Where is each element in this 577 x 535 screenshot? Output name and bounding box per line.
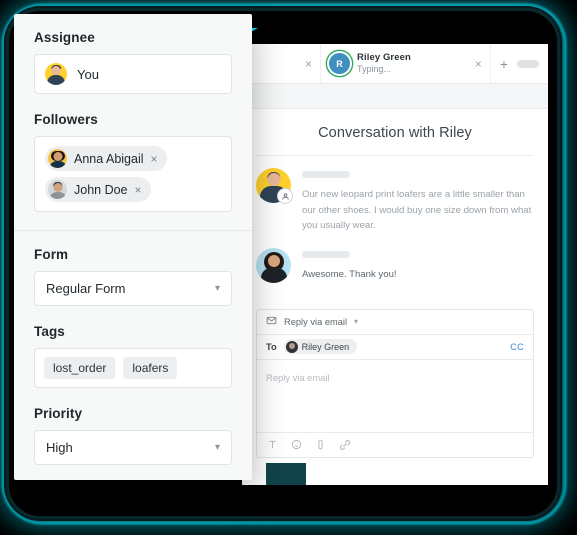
composer-toolbar — [257, 431, 533, 457]
assignee-label: Assignee — [34, 30, 95, 45]
skeleton-bar — [302, 171, 350, 178]
tab-tools: + — [491, 44, 548, 83]
remove-icon[interactable]: × — [135, 184, 142, 196]
properties-top-section: Assignee You Followers Anna Abigail × Jo… — [14, 14, 252, 212]
tab-status: Typing... — [357, 63, 392, 74]
remove-icon[interactable]: × — [151, 153, 158, 165]
screenshot-stage: × R Riley Green Typing... × + Conversati… — [0, 0, 577, 535]
avatar: R — [329, 53, 350, 74]
follower-name: Anna Abigail — [74, 151, 144, 166]
followers-field: Anna Abigail × John Doe × — [34, 136, 232, 212]
tag-chip[interactable]: loafers — [123, 357, 178, 379]
recipient-name: Riley Green — [301, 341, 350, 352]
agent-avatar-yellow — [256, 168, 293, 204]
text-format-icon[interactable] — [267, 439, 278, 450]
message-body: Awesome. Thank you! — [302, 248, 534, 283]
avatar — [285, 340, 298, 353]
tab-title: Riley Green — [357, 51, 411, 63]
attachment-icon[interactable] — [315, 439, 326, 450]
window-subbar — [242, 84, 548, 109]
link-icon[interactable] — [339, 439, 351, 451]
conversation-window: × R Riley Green Typing... × + Conversati… — [242, 44, 548, 485]
page-title: Conversation with Riley — [318, 125, 472, 141]
message-text: Our new leopard print loafers are a litt… — [302, 189, 532, 232]
close-icon[interactable]: × — [475, 58, 482, 70]
tag-chip[interactable]: lost_order — [44, 357, 116, 379]
followers-label: Followers — [34, 112, 98, 127]
tags-label: Tags — [34, 324, 65, 339]
follower-name: John Doe — [74, 182, 128, 197]
composer-mode-row[interactable]: Reply via email ▾ — [257, 310, 533, 335]
customer-avatar-blue — [256, 247, 291, 283]
message-body: Our new leopard print loafers are a litt… — [302, 168, 534, 234]
chevron-down-icon[interactable]: ▾ — [354, 317, 358, 326]
user-avatar-anna — [48, 149, 67, 168]
to-label: To — [266, 341, 277, 352]
emoji-icon[interactable] — [291, 439, 302, 450]
chevron-down-icon[interactable]: ▾ — [215, 283, 220, 294]
agent-badge-icon — [277, 188, 293, 204]
tab-meta: Riley Green Typing... — [357, 51, 468, 74]
message-item: Awesome. Thank you! — [256, 247, 534, 283]
form-select[interactable]: Regular Form ▾ — [34, 271, 232, 306]
message-item: Our new leopard print loafers are a litt… — [256, 168, 534, 234]
reply-placeholder: Reply via email — [266, 371, 330, 383]
tab-placeholder-pill[interactable] — [517, 59, 539, 68]
reply-composer: Reply via email ▾ To Riley Green CC Repl… — [256, 308, 534, 458]
priority-select[interactable]: High ▾ — [34, 430, 232, 465]
reply-input[interactable]: Reply via email — [257, 360, 533, 432]
properties-bottom-section: Form Regular Form ▾ Tags lost_order loaf… — [14, 231, 252, 465]
chevron-down-icon[interactable]: ▾ — [215, 442, 220, 453]
tab-bar: × R Riley Green Typing... × + — [242, 44, 548, 84]
skeleton-bar — [302, 250, 350, 258]
envelope-icon — [266, 313, 277, 331]
assignee-field[interactable]: You — [34, 54, 232, 94]
follower-chip-anna-abigail[interactable]: Anna Abigail × — [45, 146, 167, 171]
close-icon[interactable]: × — [305, 58, 312, 70]
add-tab-icon[interactable]: + — [500, 57, 508, 71]
follower-chip-john-doe[interactable]: John Doe × — [45, 177, 151, 202]
message-list: Our new leopard print loafers are a litt… — [242, 156, 548, 303]
recipient-chip[interactable]: Riley Green — [283, 339, 358, 355]
ticket-properties-panel: Assignee You Followers Anna Abigail × Jo… — [14, 14, 252, 480]
priority-label: Priority — [34, 406, 83, 421]
user-avatar-yellow — [45, 63, 67, 85]
message-text: Awesome. Thank you! — [302, 268, 397, 280]
cc-button[interactable]: CC — [510, 342, 524, 352]
composer-recipients-row: To Riley Green CC — [257, 335, 533, 360]
tags-field[interactable]: lost_order loafers — [34, 348, 232, 388]
priority-value: High — [46, 440, 73, 455]
assignee-value: You — [77, 66, 99, 82]
composer-mode-label: Reply via email — [284, 316, 348, 327]
tab-inactive[interactable]: × — [242, 44, 321, 83]
form-value: Regular Form — [46, 281, 126, 296]
tab-riley-green[interactable]: R Riley Green Typing... × — [321, 44, 491, 83]
user-avatar-john — [48, 180, 67, 199]
form-label: Form — [34, 247, 69, 262]
